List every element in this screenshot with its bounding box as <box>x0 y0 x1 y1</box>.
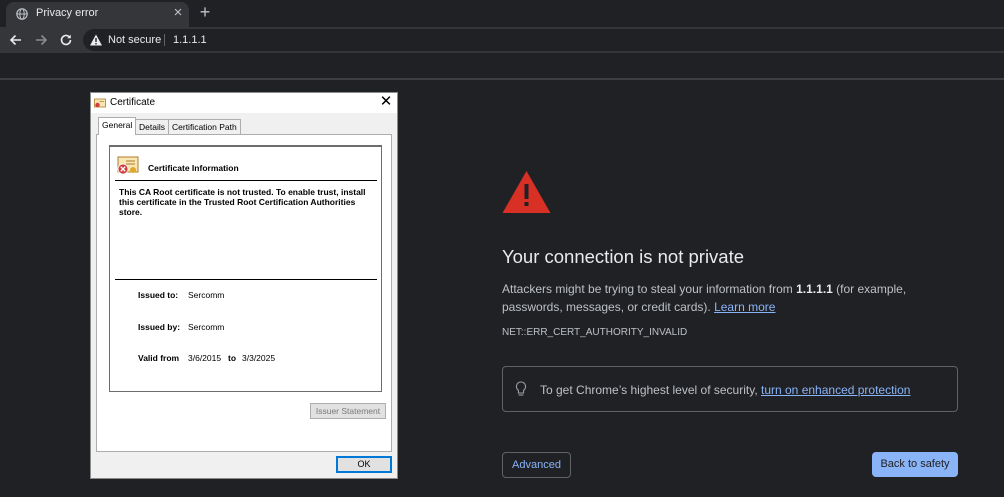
explanation-prefix: Attackers might be trying to steal your … <box>502 282 797 296</box>
forward-arrow-icon[interactable] <box>32 31 50 49</box>
dialog-titlebar[interactable]: Certificate ✕ <box>91 93 397 113</box>
error-code[interactable]: NET::ERR_CERT_AUTHORITY_INVALID <box>502 327 687 338</box>
dialog-title: Certificate <box>110 97 156 108</box>
issued-to-label: Issued to: <box>138 290 179 300</box>
globe-icon <box>16 8 28 20</box>
explanation-host: 1.1.1.1 <box>796 282 833 296</box>
untrusted-warning-text: This CA Root certificate is not trusted.… <box>119 187 366 217</box>
tab-privacy-error[interactable]: Privacy error × <box>6 2 189 27</box>
enhanced-protection-link[interactable]: turn on enhanced protection <box>761 383 910 397</box>
issued-to-value: Sercomm <box>188 290 225 300</box>
valid-from-value: 3/6/2015 <box>188 353 222 363</box>
certificate-information-heading: Certificate Information <box>148 163 239 173</box>
certificate-dialog: Certificate ✕ General Details Certificat… <box>90 92 398 479</box>
general-panel: Certificate Information This CA Root cer… <box>96 134 392 452</box>
reload-icon[interactable] <box>57 31 75 49</box>
tab-strip: Privacy error × + <box>0 0 1004 27</box>
toolbar-divider <box>0 78 1004 80</box>
back-to-safety-button[interactable]: Back to safety <box>872 452 958 477</box>
advanced-button[interactable]: Advanced <box>502 452 571 478</box>
tab-details[interactable]: Details <box>135 119 169 134</box>
issuer-statement-button[interactable]: Issuer Statement <box>310 403 386 419</box>
tab-title: Privacy error <box>36 7 99 19</box>
back-arrow-icon[interactable] <box>7 31 25 49</box>
lightbulb-icon <box>515 381 527 396</box>
security-status[interactable]: Not secure <box>108 34 161 46</box>
certificate-info-frame: Certificate Information This CA Root cer… <box>109 145 382 392</box>
untrusted-certificate-icon <box>117 156 139 175</box>
issued-by-label: Issued by: <box>138 322 181 332</box>
address-bar[interactable]: Not secure 1.1.1.1 <box>83 29 1004 51</box>
explanation-text: Attackers might be trying to steal your … <box>502 280 962 316</box>
ok-button[interactable]: OK <box>336 456 392 473</box>
dialog-close-icon[interactable]: ✕ <box>379 94 393 110</box>
warning-triangle-icon <box>502 171 551 213</box>
tab-close-icon[interactable]: × <box>170 5 186 21</box>
enhanced-protection-text: To get Chrome’s highest level of securit… <box>540 383 910 397</box>
divider <box>115 279 377 280</box>
page-title: Your connection is not private <box>502 246 745 267</box>
warning-icon[interactable] <box>89 33 103 47</box>
tab-general[interactable]: General <box>98 117 137 135</box>
tab-certification-path[interactable]: Certification Path <box>168 119 241 134</box>
enhanced-protection-box: To get Chrome’s highest level of securit… <box>502 366 958 412</box>
issued-by-value: Sercomm <box>188 322 225 332</box>
learn-more-link[interactable]: Learn more <box>714 300 775 314</box>
valid-to-label: to <box>228 353 237 363</box>
divider <box>115 180 377 181</box>
certificate-icon <box>94 98 106 108</box>
valid-to-value: 3/3/2025 <box>242 353 276 363</box>
new-tab-icon[interactable]: + <box>196 3 214 21</box>
url-divider <box>164 34 165 46</box>
browser-toolbar: Not secure 1.1.1.1 <box>0 27 1004 80</box>
url-text[interactable]: 1.1.1.1 <box>173 34 207 46</box>
valid-from-label: Valid from <box>138 353 180 363</box>
enhanced-protection-prefix: To get Chrome’s highest level of securit… <box>540 383 761 397</box>
